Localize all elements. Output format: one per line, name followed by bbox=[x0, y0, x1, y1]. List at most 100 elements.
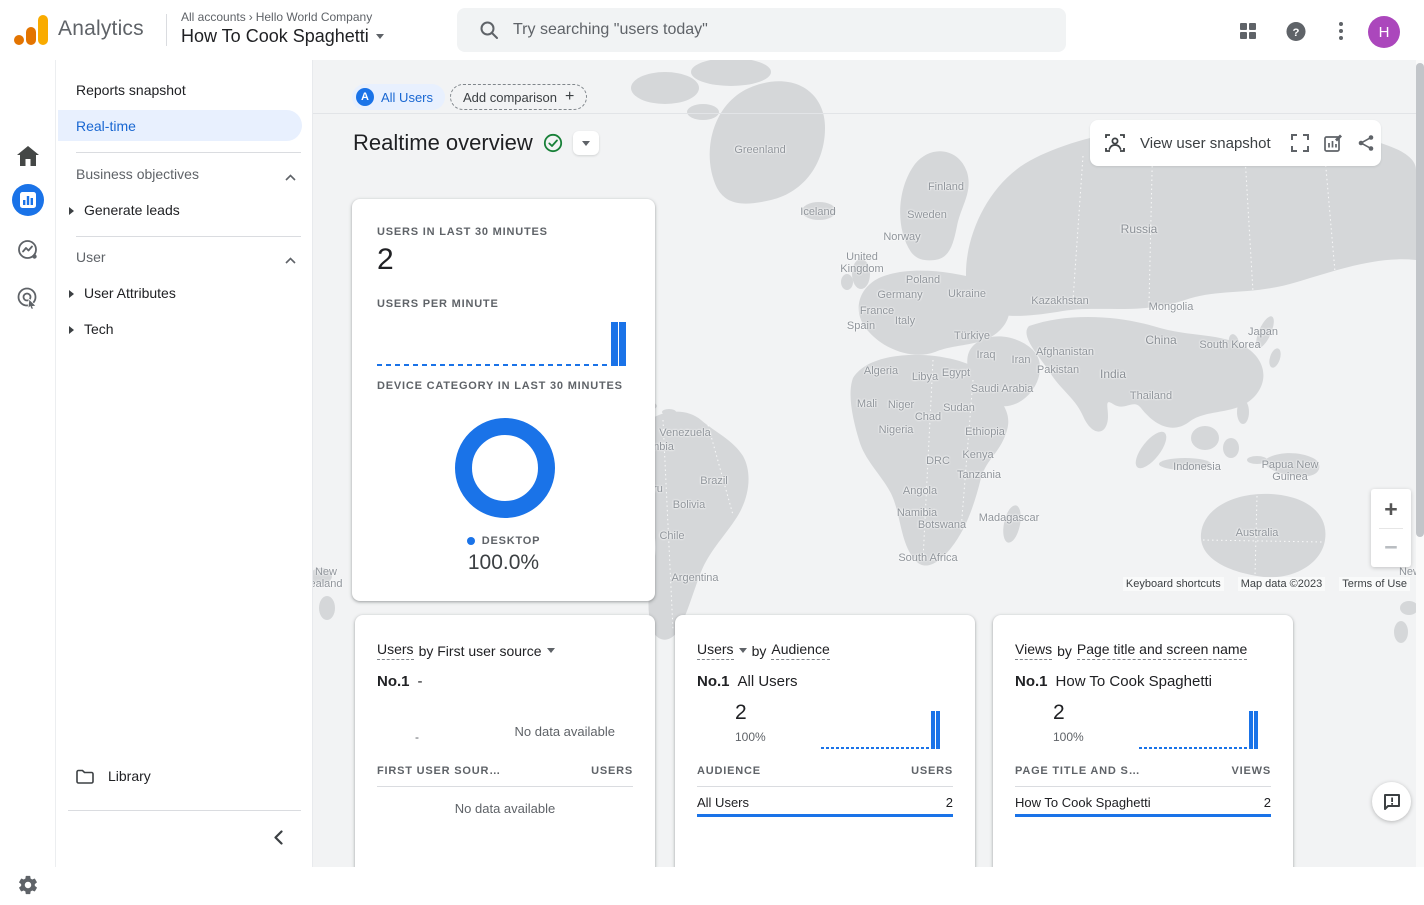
title-dropdown-button[interactable] bbox=[573, 131, 599, 155]
page-scrollbar[interactable] bbox=[1416, 60, 1424, 867]
chart-zero-dash bbox=[386, 364, 391, 366]
chart-zero-dash bbox=[886, 747, 889, 749]
sidebar-item-user-attributes[interactable]: User Attributes bbox=[91, 285, 347, 301]
users-per-minute-label: USERS PER MINUTE bbox=[377, 298, 499, 310]
search-bar[interactable] bbox=[457, 8, 1066, 52]
chart-zero-dash bbox=[413, 364, 418, 366]
fullscreen-icon[interactable] bbox=[1291, 132, 1309, 154]
card-users-by-audience: Users by Audience No.1All Users 2 100% A… bbox=[675, 615, 975, 867]
reports-nav-icon[interactable] bbox=[0, 180, 56, 220]
chart-zero-dash bbox=[512, 364, 517, 366]
comparison-chip-all-users[interactable]: A All Users bbox=[352, 84, 445, 110]
row-bar bbox=[1015, 814, 1271, 817]
chart-zero-dash bbox=[557, 364, 562, 366]
table-row[interactable]: All Users2 bbox=[697, 795, 953, 810]
top-value: 2 bbox=[1053, 701, 1065, 725]
help-icon[interactable]: ? bbox=[1286, 21, 1306, 41]
chart-zero-dash bbox=[866, 747, 869, 749]
realtime-users-card: USERS IN LAST 30 MINUTES 2 USERS PER MIN… bbox=[352, 199, 655, 601]
device-donut-chart[interactable] bbox=[455, 418, 555, 518]
chart-zero-dash bbox=[871, 747, 874, 749]
sidebar-item-realtime[interactable]: Real-time bbox=[76, 118, 332, 134]
section-business-objectives[interactable]: Business objectives bbox=[76, 166, 199, 182]
scrollbar-thumb[interactable] bbox=[1416, 63, 1424, 537]
apps-grid-icon[interactable] bbox=[1238, 21, 1258, 41]
chart-bar bbox=[936, 711, 940, 749]
metric-selector[interactable]: Views bbox=[1015, 641, 1052, 660]
chevron-up-icon[interactable] bbox=[285, 168, 296, 186]
chart-zero-dash bbox=[851, 747, 854, 749]
sidebar-item-tech[interactable]: Tech bbox=[91, 321, 347, 337]
share-icon[interactable] bbox=[1357, 132, 1375, 154]
chart-zero-dash bbox=[891, 747, 894, 749]
user-snapshot-icon[interactable] bbox=[1104, 132, 1126, 154]
keyboard-shortcuts-link[interactable]: Keyboard shortcuts bbox=[1123, 577, 1224, 591]
view-user-snapshot-label[interactable]: View user snapshot bbox=[1140, 135, 1271, 152]
join-text: by bbox=[1057, 643, 1072, 659]
chart-zero-dash bbox=[876, 747, 879, 749]
admin-gear-icon[interactable] bbox=[0, 865, 56, 905]
users-per-minute-chart[interactable] bbox=[377, 321, 629, 366]
advertising-nav-icon[interactable] bbox=[0, 278, 56, 318]
expand-triangle-icon bbox=[69, 326, 74, 334]
chart-zero-dash bbox=[881, 747, 884, 749]
chart-zero-dash bbox=[896, 747, 899, 749]
metric-selector[interactable]: Users bbox=[697, 641, 734, 660]
divider bbox=[76, 236, 301, 237]
feedback-button[interactable] bbox=[1372, 782, 1411, 821]
table-row[interactable]: How To Cook Spaghetti2 bbox=[1015, 795, 1271, 810]
divider bbox=[166, 14, 167, 46]
chart-zero-dash bbox=[1234, 747, 1237, 749]
chart-zero-dash bbox=[467, 364, 472, 366]
breadcrumb[interactable]: All accounts›Hello World Company bbox=[181, 10, 372, 24]
svg-text:?: ? bbox=[1293, 26, 1300, 38]
more-options-icon[interactable] bbox=[1331, 21, 1351, 41]
home-nav-icon[interactable] bbox=[0, 136, 56, 176]
chart-zero-dash bbox=[422, 364, 427, 366]
chevron-down-icon[interactable] bbox=[547, 648, 555, 653]
pagetitle-sparkline[interactable] bbox=[1139, 711, 1261, 749]
dimension-selector[interactable]: Audience bbox=[771, 641, 829, 660]
chart-zero-dash bbox=[404, 364, 409, 366]
plus-icon: + bbox=[565, 88, 574, 106]
chart-zero-dash bbox=[530, 364, 535, 366]
audience-sparkline[interactable] bbox=[821, 711, 943, 749]
chevron-down-icon[interactable] bbox=[739, 648, 747, 653]
table-header-border bbox=[697, 786, 953, 787]
chart-zero-dash bbox=[521, 364, 526, 366]
property-selector[interactable]: How To Cook Spaghetti bbox=[181, 26, 384, 47]
card-users-by-first-user-source: Users by First user source No.1- - No da… bbox=[355, 615, 655, 867]
add-comparison-button[interactable]: Add comparison + bbox=[450, 84, 587, 110]
data-quality-check-icon[interactable] bbox=[543, 133, 563, 153]
sidebar-item-library[interactable]: Library bbox=[76, 768, 151, 784]
breadcrumb-chevron: › bbox=[249, 10, 253, 24]
chart-zero-dash bbox=[1209, 747, 1212, 749]
sidebar-item-reports-snapshot[interactable]: Reports snapshot bbox=[76, 82, 332, 98]
metric-selector[interactable]: Users bbox=[377, 641, 414, 660]
chart-zero-dash bbox=[1229, 747, 1232, 749]
zoom-out-button[interactable]: − bbox=[1371, 529, 1411, 565]
map-zoom-control: + − bbox=[1371, 489, 1411, 567]
search-input[interactable] bbox=[513, 21, 1033, 39]
chart-zero-dash bbox=[395, 364, 400, 366]
chart-zero-dash bbox=[458, 364, 463, 366]
legend-dot-icon bbox=[467, 537, 475, 545]
chart-zero-dash bbox=[539, 364, 544, 366]
dimension-selector[interactable]: Page title and screen name bbox=[1077, 641, 1247, 660]
insights-edit-icon[interactable] bbox=[1323, 132, 1343, 154]
report-nav-sidebar: Reports snapshot Real-time Business obje… bbox=[56, 60, 313, 867]
top-value: 2 bbox=[735, 701, 747, 725]
terms-of-use-link[interactable]: Terms of Use bbox=[1339, 577, 1410, 591]
account-avatar[interactable]: H bbox=[1368, 16, 1400, 48]
section-user[interactable]: User bbox=[76, 249, 106, 265]
chart-zero-dash bbox=[1194, 747, 1197, 749]
zoom-in-button[interactable]: + bbox=[1371, 491, 1411, 527]
top-percent: 100% bbox=[735, 730, 766, 744]
analytics-logo-icon[interactable] bbox=[14, 13, 50, 47]
expand-triangle-icon bbox=[69, 290, 74, 298]
chevron-up-icon[interactable] bbox=[285, 251, 296, 269]
sidebar-item-generate-leads[interactable]: Generate leads bbox=[91, 202, 347, 218]
collapse-sidebar-button[interactable] bbox=[266, 825, 290, 849]
explore-nav-icon[interactable] bbox=[0, 230, 56, 270]
chevron-down-icon bbox=[582, 141, 590, 146]
